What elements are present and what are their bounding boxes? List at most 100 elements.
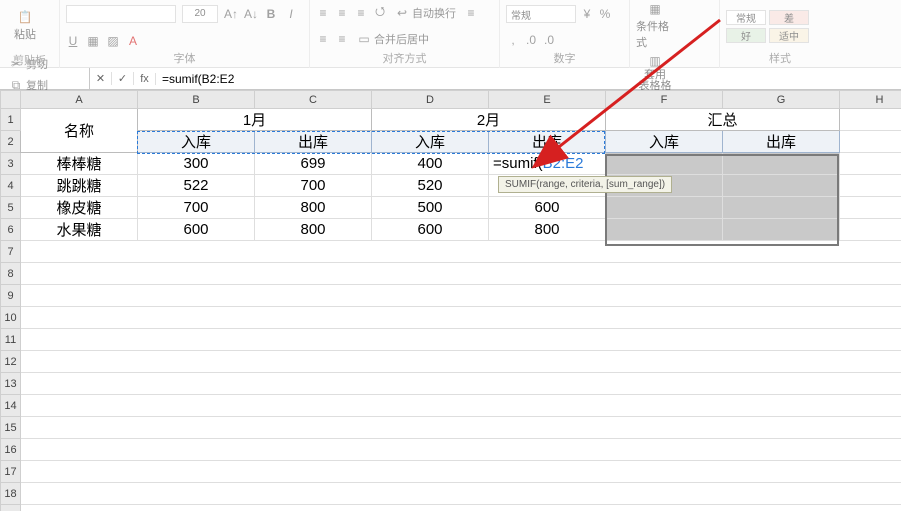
align-center-icon[interactable]: ≡ <box>316 32 330 46</box>
formula-input[interactable]: =sumif(B2:E2 <box>156 68 901 89</box>
row-5[interactable]: 5 <box>1 197 21 219</box>
cell-blank[interactable] <box>840 131 901 153</box>
row-8[interactable]: 8 <box>1 263 21 285</box>
row-10[interactable]: 10 <box>1 307 21 329</box>
cell-b5[interactable]: 700 <box>138 197 255 219</box>
cell-b4[interactable]: 522 <box>138 175 255 197</box>
cell-a4[interactable]: 跳跳糖 <box>21 175 138 197</box>
underline-icon[interactable]: U <box>66 34 80 48</box>
currency-icon[interactable]: ¥ <box>580 7 594 21</box>
cell-b6[interactable]: 600 <box>138 219 255 241</box>
increase-font-icon[interactable]: A↑ <box>224 7 238 21</box>
align-top-icon[interactable]: ≡ <box>316 6 330 20</box>
col-E[interactable]: E <box>489 91 606 109</box>
cell-g4[interactable] <box>723 175 840 197</box>
cell-e5[interactable]: 600 <box>489 197 606 219</box>
cell-d2[interactable]: 入库 <box>372 131 489 153</box>
align-bot-icon[interactable]: ≡ <box>354 6 368 20</box>
merge-center-button[interactable]: ▭合并后居中 <box>354 29 432 49</box>
row-18[interactable]: 18 <box>1 483 21 505</box>
align-left-icon[interactable]: ≡ <box>464 6 478 20</box>
row-4[interactable]: 4 <box>1 175 21 197</box>
cell-f5[interactable] <box>606 197 723 219</box>
cell-blank[interactable] <box>21 285 901 307</box>
col-H[interactable]: H <box>840 91 901 109</box>
select-all-corner[interactable] <box>1 91 21 109</box>
cell-e2[interactable]: 出库 <box>489 131 606 153</box>
enter-icon[interactable]: ✓ <box>112 72 134 85</box>
cell-d4[interactable]: 520 <box>372 175 489 197</box>
row-6[interactable]: 6 <box>1 219 21 241</box>
row-13[interactable]: 13 <box>1 373 21 395</box>
style-bad[interactable]: 差 <box>769 10 809 25</box>
paste-button[interactable]: 📋 粘贴 <box>6 2 44 50</box>
cell-g3[interactable] <box>723 153 840 175</box>
cell-e3-formula[interactable]: =sumif(B2:E2 <box>489 153 606 175</box>
cell-blank[interactable] <box>21 505 901 511</box>
col-B[interactable]: B <box>138 91 255 109</box>
cell-c6[interactable]: 800 <box>255 219 372 241</box>
cell-blank[interactable] <box>840 175 901 197</box>
col-D[interactable]: D <box>372 91 489 109</box>
cell-blank[interactable] <box>21 373 901 395</box>
cell-blank[interactable] <box>840 197 901 219</box>
cell-e6[interactable]: 800 <box>489 219 606 241</box>
font-name-combo[interactable] <box>66 5 176 23</box>
cell-b3[interactable]: 300 <box>138 153 255 175</box>
cell-c3[interactable]: 699 <box>255 153 372 175</box>
row-17[interactable]: 17 <box>1 461 21 483</box>
style-normal[interactable]: 常规 <box>726 10 766 25</box>
wrap-text-button[interactable]: ↩自动换行 <box>392 3 459 23</box>
inc-decimal-icon[interactable]: .0 <box>524 33 538 47</box>
cell-d3[interactable]: 400 <box>372 153 489 175</box>
style-good[interactable]: 好 <box>726 28 766 43</box>
row-16[interactable]: 16 <box>1 439 21 461</box>
cell-blank[interactable] <box>21 329 901 351</box>
cancel-icon[interactable]: ✕ <box>90 72 112 85</box>
row-12[interactable]: 12 <box>1 351 21 373</box>
cell-month1[interactable]: 1月 <box>138 109 372 131</box>
dec-decimal-icon[interactable]: .0 <box>542 33 556 47</box>
row-1[interactable]: 1 <box>1 109 21 131</box>
number-format-combo[interactable]: 常规 <box>506 5 576 23</box>
style-neutral[interactable]: 适中 <box>769 28 809 43</box>
row-7[interactable]: 7 <box>1 241 21 263</box>
cell-d6[interactable]: 600 <box>372 219 489 241</box>
cell-a6[interactable]: 水果糖 <box>21 219 138 241</box>
cell-f6[interactable] <box>606 219 723 241</box>
cell-blank[interactable] <box>840 109 901 131</box>
cell-blank[interactable] <box>21 263 901 285</box>
bold-icon[interactable]: B <box>264 7 278 21</box>
cell-g5[interactable] <box>723 197 840 219</box>
align-mid-icon[interactable]: ≡ <box>335 6 349 20</box>
cell-blank[interactable] <box>21 395 901 417</box>
col-A[interactable]: A <box>21 91 138 109</box>
cell-blank[interactable] <box>21 439 901 461</box>
conditional-format-button[interactable]: ▦ 条件格式 <box>636 2 674 50</box>
cell-month2[interactable]: 2月 <box>372 109 606 131</box>
cell-g2[interactable]: 出库 <box>723 131 840 153</box>
cell-f2[interactable]: 入库 <box>606 131 723 153</box>
row-11[interactable]: 11 <box>1 329 21 351</box>
cell-d5[interactable]: 500 <box>372 197 489 219</box>
comma-icon[interactable]: , <box>506 33 520 47</box>
font-size-combo[interactable]: 20 <box>182 5 218 23</box>
cell-c4[interactable]: 700 <box>255 175 372 197</box>
italic-icon[interactable]: I <box>284 7 298 21</box>
col-C[interactable]: C <box>255 91 372 109</box>
cell-blank[interactable] <box>21 241 901 263</box>
cell-blank[interactable] <box>21 417 901 439</box>
row-9[interactable]: 9 <box>1 285 21 307</box>
cell-b2[interactable]: 入库 <box>138 131 255 153</box>
cell-a3[interactable]: 棒棒糖 <box>21 153 138 175</box>
fill-color-icon[interactable]: ▨ <box>106 34 120 48</box>
row-15[interactable]: 15 <box>1 417 21 439</box>
column-headers[interactable]: A B C D E F G H <box>1 91 901 109</box>
cell-g6[interactable] <box>723 219 840 241</box>
orientation-icon[interactable]: ⭯ <box>373 6 387 20</box>
decrease-font-icon[interactable]: A↓ <box>244 7 258 21</box>
col-G[interactable]: G <box>723 91 840 109</box>
cell-a5[interactable]: 橡皮糖 <box>21 197 138 219</box>
cell-name-header[interactable]: 名称 <box>21 109 138 153</box>
percent-icon[interactable]: % <box>598 7 612 21</box>
